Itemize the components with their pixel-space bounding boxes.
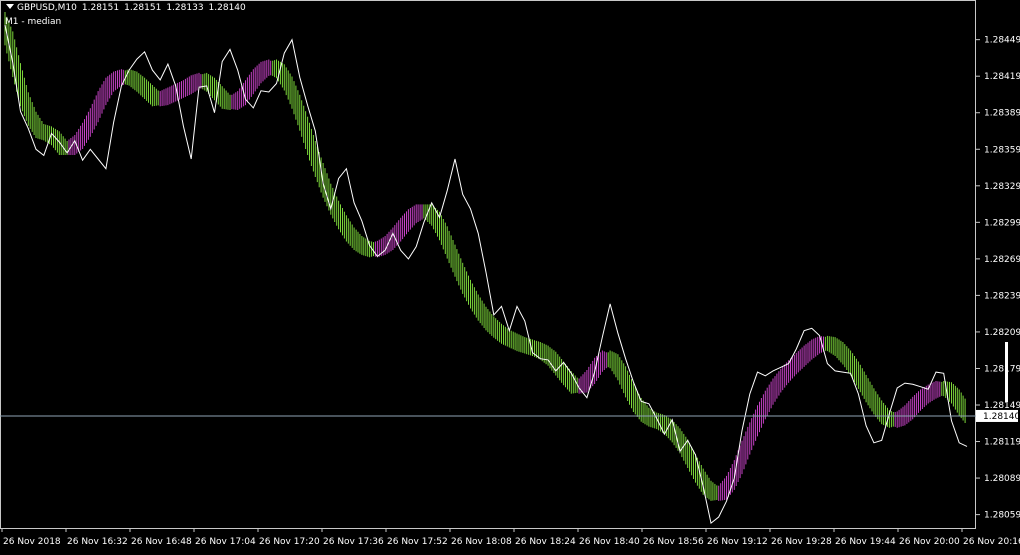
x-tick-label: 26 Nov 18:24 [515,537,576,547]
chart-canvas[interactable]: 1.28449 1.28419 1.28389 1.28359 1.28329 1.282… [0,0,1020,551]
x-tick-label: 26 Nov 16:48 [131,537,192,547]
x-tick-label: 26 Nov 17:36 [323,537,384,547]
time-axis[interactable]: 26 Nov 2018 26 Nov 16:32 26 Nov 16:48 26 No… [1,528,1020,547]
x-tick-label: 26 Nov 18:56 [643,537,704,547]
price-axis[interactable]: 1.28449 1.28419 1.28389 1.28359 1.28329 1.282… [976,36,1020,521]
y-tick-label: 1.28449 [984,36,1020,46]
chart-header: GBPUSD,M10 1.28151 1.28151 1.28133 1.28140 [6,3,246,13]
median-histogram [4,12,966,501]
x-tick-label: 26 Nov 18:08 [451,537,512,547]
x-tick-label: 26 Nov 2018 [3,537,61,547]
y-tick-label: 1.28179 [984,364,1020,374]
x-tick-label: 26 Nov 18:40 [579,537,640,547]
indicator-label: M1 - median [5,17,62,27]
y-tick-label: 1.28269 [984,255,1020,265]
x-tick-label: 26 Nov 19:44 [835,537,896,547]
collapse-triangle-icon[interactable] [6,4,14,9]
price-line-layer [4,24,968,524]
y-tick-label: 1.28149 [984,401,1020,411]
close-value: 1.28140 [208,3,246,13]
price-chart[interactable]: 1.28449 1.28419 1.28389 1.28359 1.28329 1.282… [0,0,1020,551]
x-tick-label: 26 Nov 19:12 [707,537,768,547]
open-value: 1.28151 [81,3,120,13]
x-tick-label: 26 Nov 20:16 [963,537,1020,547]
current-price-label: 1.28140 [983,412,1020,422]
y-tick-label: 1.28209 [984,328,1020,338]
y-tick-label: 1.28119 [984,438,1020,448]
y-tick-label: 1.28329 [984,182,1020,192]
y-tick-label: 1.28389 [984,109,1020,119]
current-price-layer: 1.28140 [0,409,1020,422]
high-value: 1.28151 [124,3,162,13]
symbol-label: GBPUSD,M10 [17,3,77,13]
scroll-marker [1005,342,1008,402]
y-tick-label: 1.28089 [984,474,1020,484]
x-tick-label: 26 Nov 17:52 [387,537,448,547]
x-tick-label: 26 Nov 17:20 [259,537,320,547]
x-tick-label: 26 Nov 17:04 [195,537,256,547]
y-tick-label: 1.28059 [984,511,1020,521]
y-tick-label: 1.28359 [984,145,1020,155]
x-tick-label: 26 Nov 16:32 [67,537,128,547]
x-tick-label: 26 Nov 19:28 [771,537,832,547]
y-tick-label: 1.28299 [984,218,1020,228]
x-tick-label: 26 Nov 20:00 [899,537,960,547]
price-series-line [4,24,968,524]
low-value: 1.28133 [166,3,204,13]
y-tick-label: 1.28419 [984,72,1020,82]
y-tick-label: 1.28239 [984,291,1020,301]
